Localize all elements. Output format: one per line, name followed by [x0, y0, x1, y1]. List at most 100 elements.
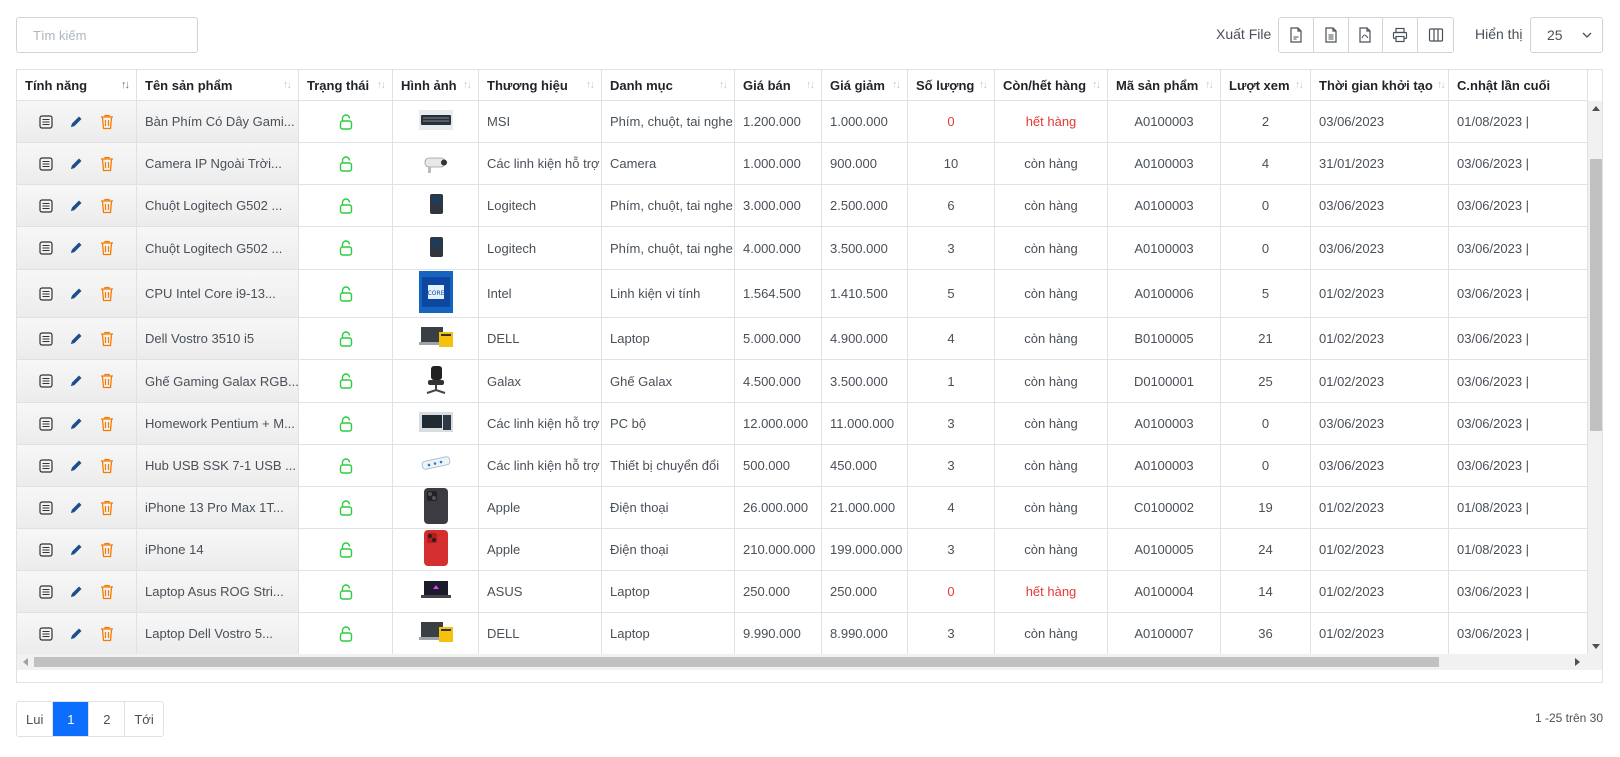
table-row[interactable]: Bàn Phím Có Dây Gami... MSI Phím, chuột, t… [17, 101, 1588, 143]
unlock-icon[interactable] [339, 155, 353, 172]
edit-icon[interactable] [69, 374, 83, 388]
table-row[interactable]: Dell Vostro 3510 i5 DELL Laptop 5.000.000 4.… [17, 318, 1588, 360]
delete-icon[interactable] [100, 373, 114, 389]
details-icon[interactable] [39, 542, 53, 557]
columns-button[interactable] [1418, 18, 1453, 52]
details-icon[interactable] [39, 458, 53, 473]
column-header-created-at[interactable]: Thời gian khởi tạo ↑↓ [1311, 70, 1449, 100]
edit-icon[interactable] [69, 627, 83, 641]
delete-icon[interactable] [100, 286, 114, 302]
unlock-icon[interactable] [339, 330, 353, 347]
unlock-icon[interactable] [339, 625, 353, 642]
table-row[interactable]: Chuột Logitech G502 ... Logitech Phím, chu… [17, 227, 1588, 270]
table-row[interactable]: Laptop Asus ROG Stri... ASUS Laptop 250.000… [17, 571, 1588, 613]
unlock-icon[interactable] [339, 285, 353, 302]
column-header-sale-price[interactable]: Giá giảm ↑↓ [822, 70, 908, 100]
column-header-views[interactable]: Lượt xem ↑↓ [1221, 70, 1311, 100]
scroll-up-arrow-icon[interactable] [1592, 106, 1600, 111]
table-row[interactable]: iPhone 13 Pro Max 1T... Apple Điện thoại 26… [17, 487, 1588, 529]
delete-icon[interactable] [100, 458, 114, 474]
delete-icon[interactable] [100, 114, 114, 130]
details-icon[interactable] [39, 114, 53, 129]
details-icon[interactable] [39, 241, 53, 255]
sort-icon[interactable]: ↑↓ [1092, 79, 1101, 91]
vertical-scrollbar[interactable] [1588, 101, 1602, 654]
delete-icon[interactable] [100, 331, 114, 347]
column-header-updated-at[interactable]: C.nhật lần cuối [1449, 70, 1588, 100]
scroll-right-arrow-icon[interactable] [1575, 658, 1580, 666]
export-excel-button[interactable] [1313, 18, 1349, 52]
edit-icon[interactable] [69, 501, 83, 515]
sort-icon[interactable]: ↑↓ [1205, 79, 1214, 91]
details-icon[interactable] [39, 500, 53, 515]
delete-icon[interactable] [100, 626, 114, 642]
table-row[interactable]: Hub USB SSK 7-1 USB ... Các linh kiện hỗ … [17, 445, 1588, 487]
sort-icon[interactable]: ↑↓ [1295, 79, 1304, 91]
print-button[interactable] [1383, 18, 1419, 52]
table-row[interactable]: Laptop Dell Vostro 5... DELL Laptop 9.990.0… [17, 613, 1588, 655]
details-icon[interactable] [39, 374, 53, 388]
details-icon[interactable] [39, 198, 53, 213]
page-1-button[interactable]: 1 [53, 702, 90, 736]
column-header-price[interactable]: Giá bán ↑↓ [735, 70, 822, 100]
delete-icon[interactable] [100, 416, 114, 432]
scroll-left-arrow-icon[interactable] [23, 658, 28, 666]
unlock-icon[interactable] [339, 415, 353, 432]
export-csv-button[interactable] [1279, 18, 1314, 52]
horizontal-scrollbar[interactable] [17, 654, 1602, 670]
column-header-image[interactable]: Hình ảnh ↑↓ [393, 70, 479, 100]
edit-icon[interactable] [69, 241, 83, 255]
column-header-status[interactable]: Trạng thái ↑↓ [299, 70, 393, 100]
search-input[interactable] [16, 17, 198, 53]
next-page-button[interactable]: Tới [125, 702, 163, 736]
edit-icon[interactable] [69, 585, 83, 599]
page-2-button[interactable]: 2 [89, 702, 126, 736]
sort-icon[interactable]: ↑↓ [586, 79, 595, 91]
horizontal-scroll-thumb[interactable] [34, 657, 1439, 667]
edit-icon[interactable] [69, 459, 83, 473]
edit-icon[interactable] [69, 157, 83, 171]
sort-icon[interactable]: ↑↓ [121, 79, 130, 91]
edit-icon[interactable] [69, 417, 83, 431]
edit-icon[interactable] [69, 332, 83, 346]
table-row[interactable]: Chuột Logitech G502 ... Logitech Phím, chu… [17, 185, 1588, 227]
delete-icon[interactable] [100, 198, 114, 214]
unlock-icon[interactable] [339, 197, 353, 214]
sort-icon[interactable]: ↑↓ [377, 79, 386, 91]
prev-page-button[interactable]: Lui [17, 702, 54, 736]
unlock-icon[interactable] [339, 499, 353, 516]
column-header-product-name[interactable]: Tên sản phẩm ↑↓ [137, 70, 299, 100]
sort-icon[interactable]: ↑↓ [719, 79, 728, 91]
delete-icon[interactable] [100, 240, 114, 256]
unlock-icon[interactable] [339, 240, 353, 256]
column-header-quantity[interactable]: Số lượng ↑↓ [908, 70, 995, 100]
column-header-brand[interactable]: Thương hiệu ↑↓ [479, 70, 602, 100]
sort-icon[interactable]: ↑↓ [283, 79, 292, 91]
sort-icon[interactable]: ↑↓ [463, 79, 472, 91]
delete-icon[interactable] [100, 500, 114, 516]
details-icon[interactable] [39, 416, 53, 431]
edit-icon[interactable] [69, 199, 83, 213]
table-row[interactable]: iPhone 14 Apple Điện thoại 210.000.000 199.0… [17, 529, 1588, 571]
column-header-product-code[interactable]: Mã sản phẩm ↑↓ [1108, 70, 1221, 100]
sort-icon[interactable]: ↑↓ [892, 79, 901, 91]
table-row[interactable]: Ghế Gaming Galax RGB... Galax Ghế Galax 4.5… [17, 360, 1588, 403]
vertical-scroll-thumb[interactable] [1590, 159, 1602, 431]
export-pdf-button[interactable] [1348, 18, 1384, 52]
page-size-select[interactable]: 25 [1530, 17, 1603, 53]
unlock-icon[interactable] [339, 113, 353, 130]
details-icon[interactable] [39, 626, 53, 641]
sort-icon[interactable]: ↑↓ [979, 79, 988, 91]
edit-icon[interactable] [69, 287, 83, 301]
column-header-stock-status[interactable]: Còn/hết hàng ↑↓ [995, 70, 1108, 100]
column-header-category[interactable]: Danh mục ↑↓ [602, 70, 735, 100]
delete-icon[interactable] [100, 584, 114, 600]
delete-icon[interactable] [100, 156, 114, 172]
details-icon[interactable] [39, 584, 53, 599]
edit-icon[interactable] [69, 543, 83, 557]
edit-icon[interactable] [69, 115, 83, 129]
table-row[interactable]: Camera IP Ngoài Trời... Các linh kiện hỗ … [17, 143, 1588, 185]
column-header-features[interactable]: Tính năng ↑↓ [17, 70, 137, 100]
unlock-icon[interactable] [339, 583, 353, 600]
delete-icon[interactable] [100, 542, 114, 558]
